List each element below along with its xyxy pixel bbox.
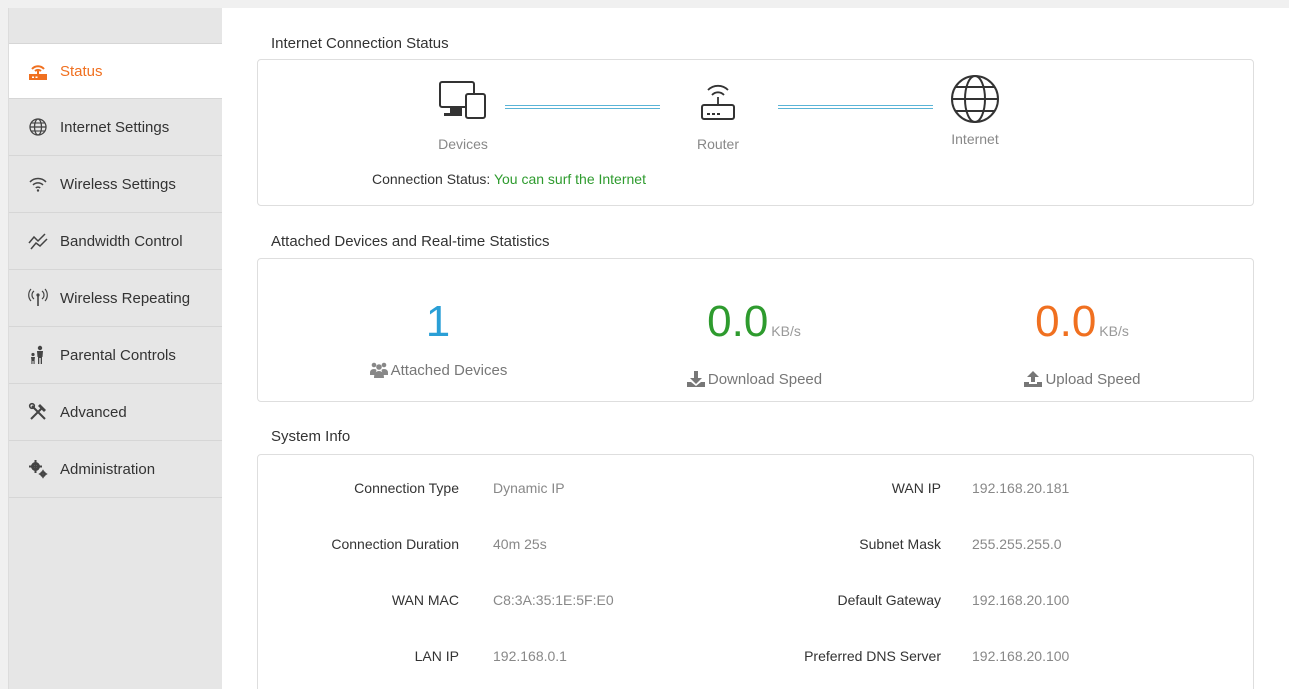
- download-speed-stat: 0.0 KB/s Download Speed: [604, 297, 904, 388]
- devices-label: Devices: [438, 136, 488, 152]
- sidebar-header: [9, 8, 222, 43]
- attached-devices-stat: 1 Attached Devices: [288, 297, 588, 379]
- info-key: WAN MAC: [391, 592, 459, 608]
- bandwidth-icon: [27, 231, 49, 251]
- sidebar-item-label: Advanced: [60, 403, 127, 421]
- info-value: 40m 25s: [493, 536, 547, 552]
- stats-panel: 1 Attached Devices 0.0 KB/s Download Spee…: [257, 258, 1254, 402]
- connection-section-title: Internet Connection Status: [271, 35, 449, 52]
- sidebar-item-label: Bandwidth Control: [60, 232, 183, 250]
- sidebar-item-parental-controls[interactable]: Parental Controls: [9, 327, 222, 384]
- info-value: 255.255.255.0: [972, 536, 1062, 552]
- info-key: Preferred DNS Server: [804, 648, 941, 664]
- tools-icon: [27, 402, 49, 422]
- wifi-icon: [27, 174, 49, 194]
- connection-panel: Devices Router Internet Connection Statu…: [257, 59, 1254, 206]
- download-speed-caption: Download Speed: [604, 370, 904, 388]
- info-value: 192.168.20.100: [972, 592, 1070, 608]
- users-icon: [369, 362, 388, 378]
- info-value: 192.168.20.100: [972, 648, 1070, 664]
- info-key: LAN IP: [414, 648, 459, 664]
- upload-speed-value: 0.0: [1035, 297, 1097, 346]
- download-icon: [686, 371, 705, 387]
- info-value: 192.168.0.1: [493, 648, 567, 664]
- sidebar-item-label: Internet Settings: [60, 118, 170, 136]
- sidebar-item-label: Wireless Repeating: [60, 289, 191, 307]
- download-speed-value: 0.0: [707, 297, 769, 346]
- download-speed-unit: KB/s: [771, 323, 801, 339]
- system-info-panel: Connection Type Dynamic IP Connection Du…: [257, 454, 1254, 689]
- router-icon: [27, 61, 49, 81]
- upload-speed-unit: KB/s: [1099, 323, 1129, 339]
- sidebar-item-label: Status: [60, 62, 103, 80]
- router-node: Router: [683, 79, 753, 152]
- sidebar-item-label: Wireless Settings: [60, 175, 176, 193]
- upload-speed-caption: Upload Speed: [932, 370, 1232, 388]
- upload-speed-label: Upload Speed: [1045, 370, 1141, 388]
- globe-icon: [27, 117, 49, 137]
- attached-devices-label: Attached Devices: [390, 361, 508, 379]
- gears-icon: [27, 459, 49, 479]
- sidebar-item-label: Parental Controls: [60, 346, 176, 364]
- sidebar-item-label: Administration: [60, 460, 156, 478]
- globe-icon: [951, 75, 999, 123]
- info-value: 192.168.20.181: [972, 480, 1070, 496]
- family-icon: [27, 345, 49, 365]
- devices-router-link: [505, 105, 660, 109]
- stats-section-title: Attached Devices and Real-time Statistic…: [271, 233, 550, 250]
- repeater-icon: [27, 288, 49, 308]
- connection-status-value: You can surf the Internet: [493, 171, 646, 187]
- info-key: Connection Type: [354, 480, 459, 496]
- main-content: Internet Connection Status Devices Route…: [222, 8, 1289, 689]
- sidebar-item-internet-settings[interactable]: Internet Settings: [9, 99, 222, 156]
- sidebar-item-advanced[interactable]: Advanced: [9, 384, 222, 441]
- upload-icon: [1024, 371, 1043, 387]
- system-section-title: System Info: [271, 428, 351, 445]
- sidebar-item-status[interactable]: Status: [9, 43, 222, 99]
- router-icon: [701, 84, 735, 120]
- internet-label: Internet: [951, 131, 999, 147]
- devices-icon: [439, 81, 486, 119]
- info-key: Default Gateway: [837, 592, 942, 608]
- info-key: WAN IP: [891, 480, 941, 496]
- attached-devices-caption: Attached Devices: [288, 361, 588, 379]
- devices-node: Devices: [428, 79, 498, 152]
- info-value: C8:3A:35:1E:5F:E0: [493, 592, 614, 608]
- attached-devices-count: 1: [425, 297, 451, 346]
- router-internet-link: [778, 105, 933, 109]
- sidebar: Status Internet Settings Wireless Settin…: [8, 8, 222, 689]
- sidebar-item-bandwidth-control[interactable]: Bandwidth Control: [9, 213, 222, 270]
- sidebar-item-wireless-repeating[interactable]: Wireless Repeating: [9, 270, 222, 327]
- info-value: Dynamic IP: [493, 480, 565, 496]
- connection-status: Connection Status: You can surf the Inte…: [372, 171, 646, 187]
- internet-node: Internet: [938, 74, 1012, 147]
- router-label: Router: [696, 136, 740, 152]
- info-key: Subnet Mask: [859, 536, 941, 552]
- info-key: Connection Duration: [331, 536, 459, 552]
- sidebar-item-wireless-settings[interactable]: Wireless Settings: [9, 156, 222, 213]
- download-speed-label: Download Speed: [707, 370, 823, 388]
- upload-speed-stat: 0.0 KB/s Upload Speed: [932, 297, 1232, 388]
- connection-status-key: Connection Status:: [372, 171, 491, 187]
- sidebar-item-administration[interactable]: Administration: [9, 441, 222, 498]
